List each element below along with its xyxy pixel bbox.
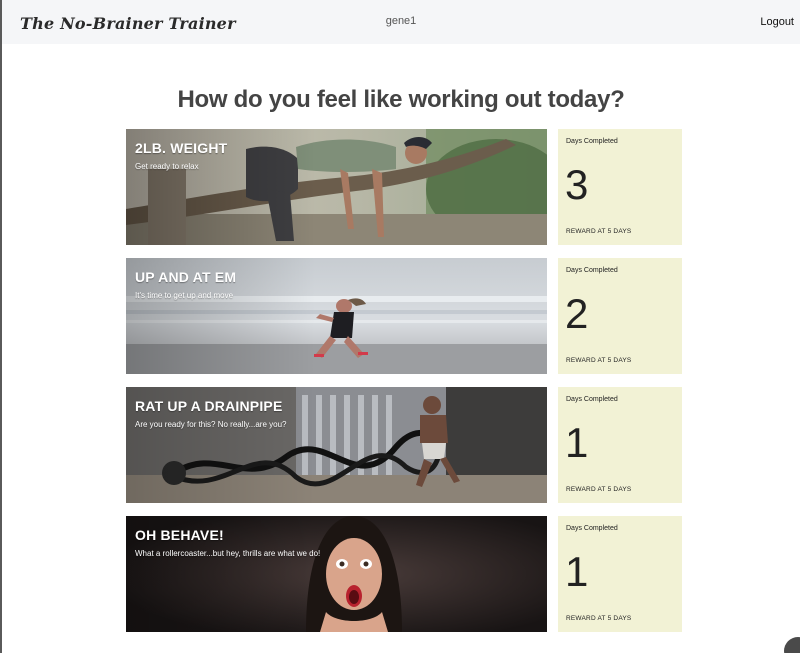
days-completed-label: Days Completed: [566, 396, 618, 403]
workout-banner-2lb-weight[interactable]: 2LB. WEIGHT Get ready to relax: [126, 129, 547, 245]
workout-title: 2LB. WEIGHT: [135, 140, 228, 156]
reward-label: REWARD AT 5 DAYS: [566, 357, 632, 364]
navbar: The No-Brainer Trainer gene1 Logout: [2, 0, 800, 44]
workout-title: UP AND AT EM: [135, 269, 237, 285]
page: The No-Brainer Trainer gene1 Logout How …: [0, 0, 800, 653]
workout-banner-rat-up-a-drainpipe[interactable]: RAT UP A DRAINPIPE Are you ready for thi…: [126, 387, 547, 503]
workout-row: 2LB. WEIGHT Get ready to relax Days Comp…: [126, 129, 682, 245]
workout-title: OH BEHAVE!: [135, 527, 224, 543]
workout-title: RAT UP A DRAINPIPE: [135, 398, 283, 414]
workout-row: OH BEHAVE! What a rollercoaster...but he…: [126, 516, 682, 632]
workout-banner-up-and-at-em[interactable]: UP AND AT EM It's time to get up and mov…: [126, 258, 547, 374]
days-completed-label: Days Completed: [566, 525, 618, 532]
days-completed-label: Days Completed: [566, 267, 618, 274]
reward-label: REWARD AT 5 DAYS: [566, 228, 632, 235]
reward-label: REWARD AT 5 DAYS: [566, 486, 632, 493]
stat-card: Days Completed 2 REWARD AT 5 DAYS: [558, 258, 682, 374]
help-widget-button[interactable]: [784, 637, 800, 653]
workout-subtitle: It's time to get up and move: [135, 291, 234, 300]
workout-row: UP AND AT EM It's time to get up and mov…: [126, 258, 682, 374]
stat-card: Days Completed 1 REWARD AT 5 DAYS: [558, 516, 682, 632]
workout-banner-oh-behave[interactable]: OH BEHAVE! What a rollercoaster...but he…: [126, 516, 547, 632]
days-completed-count: 1: [565, 419, 589, 466]
days-completed-count: 1: [565, 548, 589, 595]
workout-subtitle: Are you ready for this? No really...are …: [135, 420, 287, 429]
username-label: gene1: [385, 15, 417, 27]
logout-link[interactable]: Logout: [760, 16, 794, 28]
days-completed-label: Days Completed: [566, 138, 618, 145]
workout-row: RAT UP A DRAINPIPE Are you ready for thi…: [126, 387, 682, 503]
days-completed-count: 3: [565, 161, 589, 208]
page-title: How do you feel like working out today?: [177, 86, 625, 113]
workout-subtitle: What a rollercoaster...but hey, thrills …: [135, 549, 321, 558]
stat-card: Days Completed 1 REWARD AT 5 DAYS: [558, 387, 682, 503]
workout-subtitle: Get ready to relax: [135, 162, 199, 171]
reward-label: REWARD AT 5 DAYS: [566, 615, 632, 622]
stat-card: Days Completed 3 REWARD AT 5 DAYS: [558, 129, 682, 245]
days-completed-count: 2: [565, 290, 589, 337]
